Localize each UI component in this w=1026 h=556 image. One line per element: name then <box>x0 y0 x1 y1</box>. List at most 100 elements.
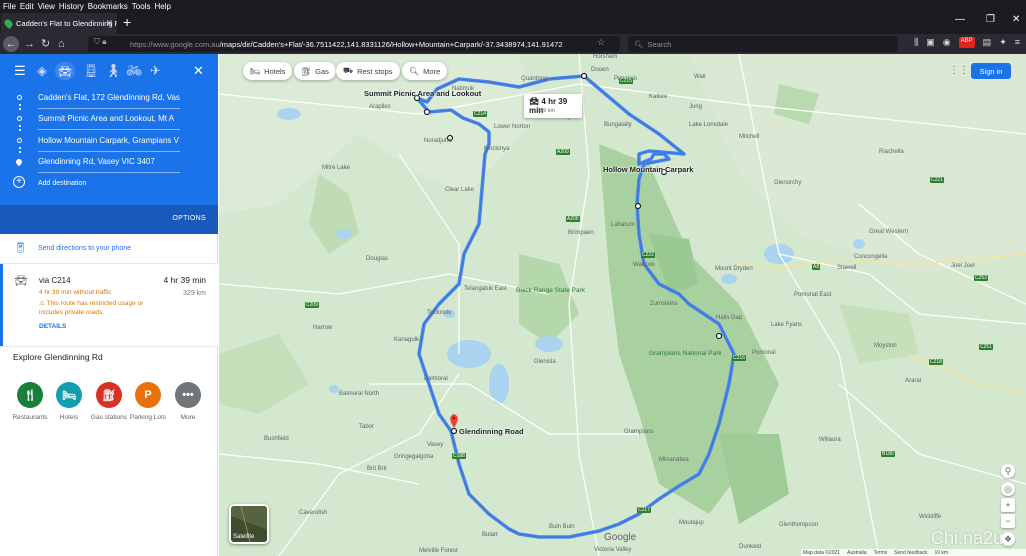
driving-icon[interactable]: 🚘︎ <box>55 62 75 80</box>
menu-tools[interactable]: Tools <box>132 2 151 11</box>
menu-edit[interactable]: Edit <box>20 2 34 11</box>
town-label: Natimuk <box>452 86 475 92</box>
cycling-icon[interactable]: 🚲︎ <box>126 64 143 78</box>
library-icon[interactable]: ⫼ <box>914 37 918 48</box>
place-hollow-label[interactable]: Hollow Mountain Carpark <box>603 165 693 174</box>
send-directions-row[interactable]: 📱︎ Send directions to your phone <box>0 234 218 264</box>
category-gas-stations[interactable]: ⛽︎ Gas stations <box>89 382 129 421</box>
gas-station-icon: ⛽︎ <box>301 66 312 76</box>
extension-icon[interactable]: ▤ <box>983 37 992 48</box>
category-label: Gas stations <box>90 414 128 421</box>
road-shield: A200 <box>556 149 570 155</box>
account-icon[interactable]: ◉ <box>943 37 951 48</box>
menu-icon[interactable]: ☰ <box>14 64 26 78</box>
new-tab-icon[interactable]: + <box>123 14 131 30</box>
forward-button[interactable]: → <box>24 37 35 51</box>
send-feedback-link[interactable]: Send feedback <box>894 550 927 556</box>
road-shield: C216 <box>732 355 746 361</box>
scale-label[interactable]: 10 km <box>934 550 948 556</box>
shield-lock-icon[interactable]: ⛉ 🔒︎ <box>94 37 106 47</box>
send-directions-link[interactable]: Send directions to your phone <box>38 245 131 252</box>
chip-more[interactable]: 🔍︎ More <box>402 62 448 80</box>
pegman-icon[interactable]: ⚲ <box>1001 464 1015 478</box>
category-restaurants[interactable]: 🍴︎ Restaurants <box>10 382 50 421</box>
explore-title: Explore Glendinning Rd <box>13 352 103 362</box>
close-tab-icon[interactable]: ✕ <box>105 18 113 29</box>
walking-icon[interactable]: 🚶︎ <box>105 64 122 78</box>
puzzle-icon[interactable]: ✦ <box>999 37 1007 48</box>
hamburger-menu-icon[interactable]: ≡ <box>1015 37 1020 48</box>
menu-bookmarks[interactable]: Bookmarks <box>88 2 128 11</box>
my-location-icon[interactable]: ◎ <box>1001 482 1015 496</box>
details-button[interactable]: DETAILS <box>39 323 66 330</box>
add-destination-link[interactable]: Add destination <box>38 180 86 187</box>
menu-history[interactable]: History <box>59 2 84 11</box>
town-label: Halls Gap <box>716 315 743 321</box>
close-window-icon[interactable]: ✕ <box>1012 14 1020 25</box>
region-link[interactable]: Australia <box>847 550 866 556</box>
minimize-icon[interactable]: — <box>955 14 965 25</box>
town-label: Vasey <box>427 442 444 448</box>
home-button[interactable]: ⌂ <box>58 37 65 51</box>
map-canvas[interactable]: Summit Picnic Area and Lookout Hollow Mo… <box>219 54 1026 556</box>
town-label: Balmoral North <box>339 391 380 397</box>
category-more[interactable]: ••• More <box>168 382 208 421</box>
chip-label: More <box>423 66 441 76</box>
google-logo: Google <box>604 532 637 543</box>
chip-gas[interactable]: ⛽︎ Gas <box>294 62 336 80</box>
hotel-icon: 🛏︎ <box>56 382 82 408</box>
waypoint-icon <box>17 116 22 121</box>
menu-file[interactable]: File <box>3 2 16 11</box>
satellite-toggle[interactable]: Satellite <box>229 504 269 544</box>
stop-1-input[interactable]: Cadden's Flat, 172 Glendinning Rd, Vas <box>38 91 180 109</box>
flight-icon[interactable]: ✈ <box>150 64 161 78</box>
reload-button[interactable]: ↻ <box>41 37 50 51</box>
town-label: Victoria Valley <box>594 547 632 553</box>
restore-icon[interactable]: ❐ <box>986 14 995 25</box>
url-bar[interactable]: https://www.google.com.au/maps/dir/Cadde… <box>88 36 620 52</box>
transit-icon[interactable]: 🚆︎ <box>83 64 100 78</box>
add-destination-icon[interactable]: + <box>13 176 25 188</box>
town-label: Glenthompson <box>779 522 819 528</box>
category-parking[interactable]: P Parking Lots <box>128 382 168 421</box>
terms-link[interactable]: Terms <box>874 550 888 556</box>
zoom-in-button[interactable]: + <box>1001 498 1015 512</box>
town-label: Toolondo <box>427 310 452 316</box>
town-label: Bungalally <box>604 122 632 128</box>
back-button[interactable]: ← <box>3 36 19 52</box>
hotel-icon: 🛏︎ <box>250 66 261 76</box>
best-route-icon[interactable]: ◈ <box>37 64 47 78</box>
route-option[interactable]: 🚘︎ via C214 4 hr 39 min 329 km 4 hr 39 m… <box>0 264 218 346</box>
sign-in-button[interactable]: Sign in <box>971 63 1011 79</box>
road-shield: C251 <box>979 344 993 350</box>
town-label: Mitchell <box>739 134 760 140</box>
stop-3-input[interactable]: Hollow Mountain Carpark, Grampians V <box>38 134 180 152</box>
close-directions-icon[interactable]: ✕ <box>193 64 204 78</box>
place-glendinning-label[interactable]: Glendinning Road <box>459 427 524 436</box>
town-label: Melville Forest <box>419 548 458 554</box>
layers-icon[interactable]: ❖ <box>1001 532 1015 546</box>
adblock-icon[interactable]: ABP <box>958 37 975 48</box>
browser-tab[interactable]: Cadden's Flat to Glendinning R... ✕ <box>1 13 117 34</box>
menu-help[interactable]: Help <box>154 2 170 11</box>
more-icon: ••• <box>175 382 201 408</box>
search-input[interactable]: 🔍︎ Search <box>628 36 898 52</box>
zoom-out-button[interactable]: − <box>1001 514 1015 528</box>
chip-hotels[interactable]: 🛏︎ Hotels <box>243 62 293 80</box>
nav-bar: ← → ↻ ⌂ https://www.google.com.au/maps/d… <box>0 34 1026 54</box>
stop-4-input[interactable]: Glendinning Rd, Vasey VIC 3407 <box>38 155 180 173</box>
town-label: Harrow <box>313 325 333 331</box>
bookmark-star-icon[interactable]: ☆ <box>597 37 605 48</box>
category-label: Parking Lots <box>129 414 167 421</box>
options-button[interactable]: OPTIONS <box>172 215 206 222</box>
options-bar: OPTIONS <box>0 205 218 234</box>
route-callout[interactable]: 🚘︎ 4 hr 39 min 329 km <box>524 94 582 118</box>
route-dot <box>19 129 21 131</box>
stop-2-input[interactable]: Summit Picnic Area and Lookout, Mt A <box>38 112 180 130</box>
menu-view[interactable]: View <box>38 2 55 11</box>
road-shield: C217 <box>637 507 651 513</box>
sidebar-icon[interactable]: ▣ <box>926 37 935 48</box>
town-label: Wail <box>694 74 706 80</box>
category-hotels[interactable]: 🛏︎ Hotels <box>49 382 89 421</box>
chip-rest-stops[interactable]: ⛟ Rest stops <box>336 62 400 80</box>
